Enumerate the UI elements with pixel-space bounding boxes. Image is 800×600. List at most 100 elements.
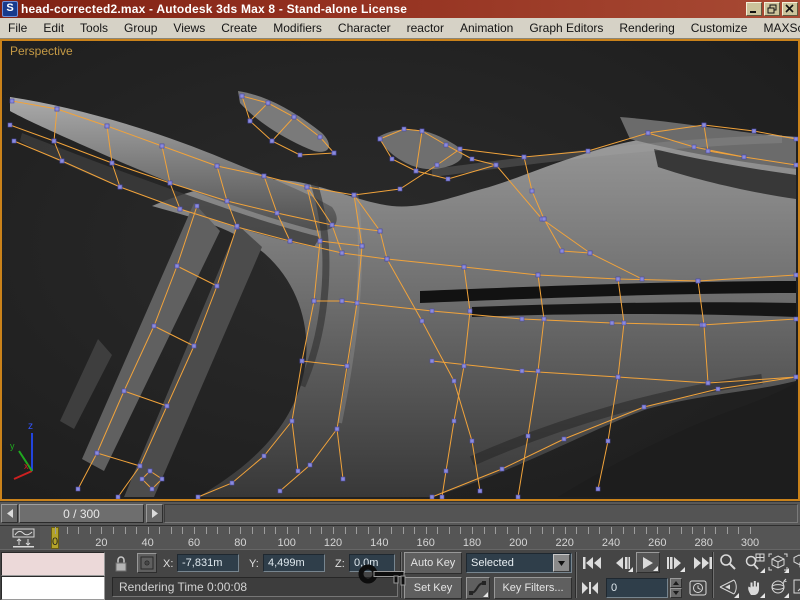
flyout-indicator	[653, 566, 658, 571]
menu-reactor[interactable]: reactor	[399, 18, 452, 38]
menu-bar: File Edit Tools Group Views Create Modif…	[0, 18, 800, 39]
min-max-toggle-button[interactable]	[790, 577, 800, 599]
zoom-extents-all-icon	[793, 554, 800, 568]
arc-rotate-button[interactable]	[766, 577, 790, 599]
min-max-toggle-icon	[793, 579, 800, 594]
zoom-button[interactable]	[716, 552, 740, 574]
play-icon	[643, 556, 653, 569]
status-bar: X: -7,831m Y: 4,499m Z: 0,0m Rendering T…	[0, 549, 800, 600]
time-slider-row: 0 / 300	[0, 501, 800, 525]
play-button[interactable]	[636, 552, 660, 573]
go-to-start-icon	[583, 556, 601, 569]
selection-set-dropdown[interactable]: Selected	[466, 553, 572, 573]
flyout-indicator	[784, 568, 789, 573]
time-slider-track[interactable]	[164, 504, 798, 523]
default-tangent-button[interactable]	[466, 577, 490, 599]
menu-character[interactable]: Character	[330, 18, 399, 38]
maxscript-mini-listener[interactable]	[1, 576, 105, 600]
zoom-icon	[720, 554, 736, 570]
menu-rendering[interactable]: Rendering	[611, 18, 682, 38]
menu-group[interactable]: Group	[116, 18, 165, 38]
key-mode-toggle-button[interactable]	[578, 577, 602, 598]
frame-spinner	[670, 578, 682, 598]
lock-icon	[115, 556, 127, 572]
track-bar-ruler[interactable]: 0 20 40 60 80 100 120 140 160 180 200 220 240 260 280…	[40, 526, 800, 550]
z-coordinate-label: Z:	[335, 558, 345, 570]
flyout-indicator	[680, 567, 685, 572]
current-frame-field[interactable]: 0	[606, 578, 668, 598]
next-frame-button[interactable]	[662, 552, 686, 573]
x-coordinate-field[interactable]: -7,831m	[177, 554, 239, 572]
track-bar-row: 0 20 40 60 80 100 120 140 160 180 200 220 240 260 280…	[0, 525, 800, 550]
key-cursor-icon	[358, 564, 406, 586]
flyout-indicator	[760, 593, 765, 598]
y-coordinate-field[interactable]: 4,499m	[263, 554, 325, 572]
menu-views[interactable]: Views	[165, 18, 213, 38]
frame-spinner-down-button[interactable]	[670, 588, 682, 598]
transform-typein-icon	[140, 556, 154, 570]
viewport-perspective[interactable]: z x y Perspective	[0, 39, 800, 501]
go-to-start-button[interactable]	[579, 552, 605, 573]
flyout-indicator	[734, 593, 739, 598]
pan-button[interactable]	[742, 577, 766, 599]
menu-create[interactable]: Create	[213, 18, 265, 38]
3dsmax-logo-icon: S	[2, 1, 18, 17]
window-controls	[746, 2, 798, 16]
frame-spinner-up-button[interactable]	[670, 578, 682, 588]
previous-frame-button[interactable]	[610, 552, 634, 573]
selection-set-value: Selected	[471, 557, 514, 569]
zoom-all-button[interactable]	[742, 552, 766, 574]
mini-curve-editor-button[interactable]	[10, 528, 38, 548]
close-button[interactable]	[782, 2, 798, 16]
axis-z-label: z	[28, 421, 33, 432]
spinner-up-icon	[673, 581, 679, 585]
menu-graph-editors[interactable]: Graph Editors	[521, 18, 611, 38]
zoom-extents-button[interactable]	[766, 552, 790, 574]
flyout-indicator	[760, 568, 765, 573]
time-slider-handle[interactable]: 0 / 300	[19, 504, 144, 523]
restore-button[interactable]	[764, 2, 780, 16]
key-mode-icon	[582, 581, 598, 594]
dropdown-arrow-button[interactable]	[553, 554, 570, 572]
time-config-icon	[689, 580, 707, 595]
key-filters-button[interactable]: Key Filters...	[494, 577, 572, 599]
go-to-end-icon	[694, 556, 712, 569]
auto-key-button[interactable]: Auto Key	[404, 552, 462, 574]
menu-maxscript[interactable]: MAXScript	[755, 18, 800, 38]
y-coordinate-label: Y:	[249, 558, 259, 570]
menu-animation[interactable]: Animation	[452, 18, 521, 38]
arrow-left-icon	[6, 509, 13, 518]
window-title: head-corrected2.max - Autodesk 3ds Max 8…	[21, 2, 408, 16]
flyout-indicator	[628, 567, 633, 572]
axis-y-label: y	[10, 441, 15, 451]
curve-editor-icon	[12, 528, 35, 548]
current-frame-label: 0	[51, 536, 59, 548]
title-bar[interactable]: S head-corrected2.max - Autodesk 3ds Max…	[0, 0, 800, 18]
menu-edit[interactable]: Edit	[35, 18, 72, 38]
arrow-right-icon	[151, 509, 158, 518]
x-coordinate-label: X:	[163, 558, 174, 570]
status-prompt-line: Rendering Time 0:00:08	[112, 577, 398, 597]
minimize-button[interactable]	[746, 2, 762, 16]
menu-tools[interactable]: Tools	[72, 18, 116, 38]
time-slider-step-back-button[interactable]	[1, 504, 18, 523]
viewport-label[interactable]: Perspective	[10, 44, 73, 58]
time-configuration-button[interactable]	[686, 577, 710, 598]
flyout-indicator	[784, 593, 789, 598]
zoom-extents-all-button[interactable]	[790, 552, 800, 574]
menu-file[interactable]: File	[0, 18, 35, 38]
3dsmax-window: S head-corrected2.max - Autodesk 3ds Max…	[0, 0, 800, 600]
axis-x-label: x	[24, 461, 29, 471]
time-slider-step-forward-button[interactable]	[146, 504, 163, 523]
flyout-indicator	[483, 592, 488, 597]
menu-modifiers[interactable]: Modifiers	[265, 18, 330, 38]
menu-customize[interactable]: Customize	[683, 18, 756, 38]
maxscript-mini-listener-macro[interactable]	[1, 552, 105, 576]
spinner-down-icon	[673, 591, 679, 595]
set-key-button[interactable]: Set Key	[404, 577, 462, 599]
field-of-view-button[interactable]	[716, 577, 740, 599]
absolute-mode-toggle[interactable]	[137, 553, 157, 573]
selection-lock-toggle[interactable]	[112, 554, 130, 573]
viewport-scene: z x y	[2, 41, 798, 499]
chevron-down-icon	[558, 560, 565, 566]
